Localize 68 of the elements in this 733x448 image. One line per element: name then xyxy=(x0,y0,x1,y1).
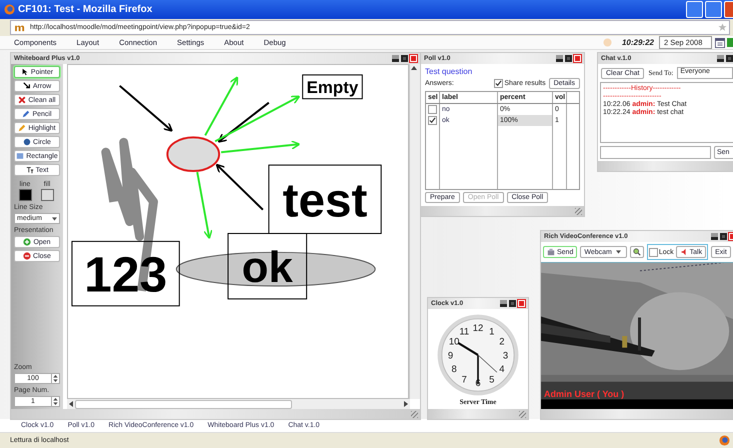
pointer-icon xyxy=(20,68,29,76)
pencil-icon xyxy=(22,110,30,118)
poll-question: Test question xyxy=(425,67,474,76)
arrow xyxy=(196,172,213,240)
clock-numeral: 7 xyxy=(462,374,467,386)
fill-color-swatch[interactable] xyxy=(40,189,54,201)
text-icon xyxy=(26,166,34,174)
site-icon xyxy=(14,23,27,32)
minus-icon xyxy=(23,252,32,260)
clock-numeral: 12 xyxy=(472,322,484,334)
star-icon[interactable] xyxy=(718,23,727,32)
clock-numeral: 8 xyxy=(452,364,457,376)
arrow xyxy=(119,85,173,132)
framed-text: ok xyxy=(228,232,308,300)
checkmark-icon xyxy=(495,80,502,87)
minimize-button[interactable] xyxy=(500,300,507,307)
status-icon[interactable] xyxy=(727,37,733,48)
stepper-arrows-icon[interactable] xyxy=(51,374,59,383)
close-button[interactable] xyxy=(410,55,417,62)
drawing-canvas[interactable]: Empty test 123 ok xyxy=(67,64,409,399)
vertical-scrollbar[interactable] xyxy=(409,64,420,399)
window-title: CF101: Test - Mozilla Firefox xyxy=(18,4,152,15)
framed-text: Empty xyxy=(302,74,363,100)
minimize-button[interactable] xyxy=(556,55,563,62)
clock-numeral: 5 xyxy=(489,374,494,386)
arrow-icon xyxy=(22,82,31,90)
circle-icon xyxy=(23,138,32,146)
globe-icon xyxy=(719,435,730,446)
clock-numeral: 4 xyxy=(499,364,504,376)
rectangle-icon xyxy=(16,152,24,160)
clock-time: 10:29:22 xyxy=(622,38,654,47)
video-user-label: Admin User ( You ) xyxy=(544,389,624,399)
dropdown-arrow-icon xyxy=(616,250,621,254)
clock-numeral: 10 xyxy=(448,336,460,348)
clock-numeral: 3 xyxy=(502,350,508,362)
clock-numeral: 2 xyxy=(499,336,504,348)
close-button[interactable] xyxy=(574,55,581,62)
zoom-button[interactable] xyxy=(630,246,644,258)
clock-numeral: 9 xyxy=(448,350,454,362)
clock-numeral: 11 xyxy=(459,326,470,338)
minimize-button[interactable] xyxy=(717,55,724,62)
plus-icon xyxy=(23,238,32,246)
clock-numeral: 1 xyxy=(489,326,494,338)
dropdown-arrow-icon xyxy=(52,216,57,220)
arrow xyxy=(216,164,264,210)
speaker-icon xyxy=(680,248,688,256)
framed-text: test xyxy=(268,164,382,234)
calendar-icon[interactable] xyxy=(715,38,725,48)
ellipse xyxy=(166,136,220,172)
clock-hands xyxy=(458,342,498,384)
clean-icon xyxy=(18,96,26,104)
answer-checkbox[interactable] xyxy=(428,116,437,125)
scrollbar-thumb[interactable] xyxy=(75,400,292,408)
magnifier-icon xyxy=(632,248,641,256)
close-button[interactable] xyxy=(724,1,733,18)
highlight-icon xyxy=(18,124,26,132)
minimize-button[interactable] xyxy=(711,233,718,240)
message-input[interactable] xyxy=(600,146,711,159)
framed-text: 123 xyxy=(71,240,180,306)
stepper-arrows-icon[interactable] xyxy=(51,397,59,406)
alert-icon xyxy=(602,38,612,47)
close-button[interactable] xyxy=(518,300,525,307)
horizontal-scrollbar[interactable] xyxy=(67,399,410,409)
globe-icon xyxy=(4,4,15,15)
minimize-button[interactable] xyxy=(392,55,399,62)
line-color-swatch[interactable] xyxy=(18,189,32,201)
answer-checkbox[interactable] xyxy=(428,105,437,114)
camera-icon xyxy=(547,248,555,256)
